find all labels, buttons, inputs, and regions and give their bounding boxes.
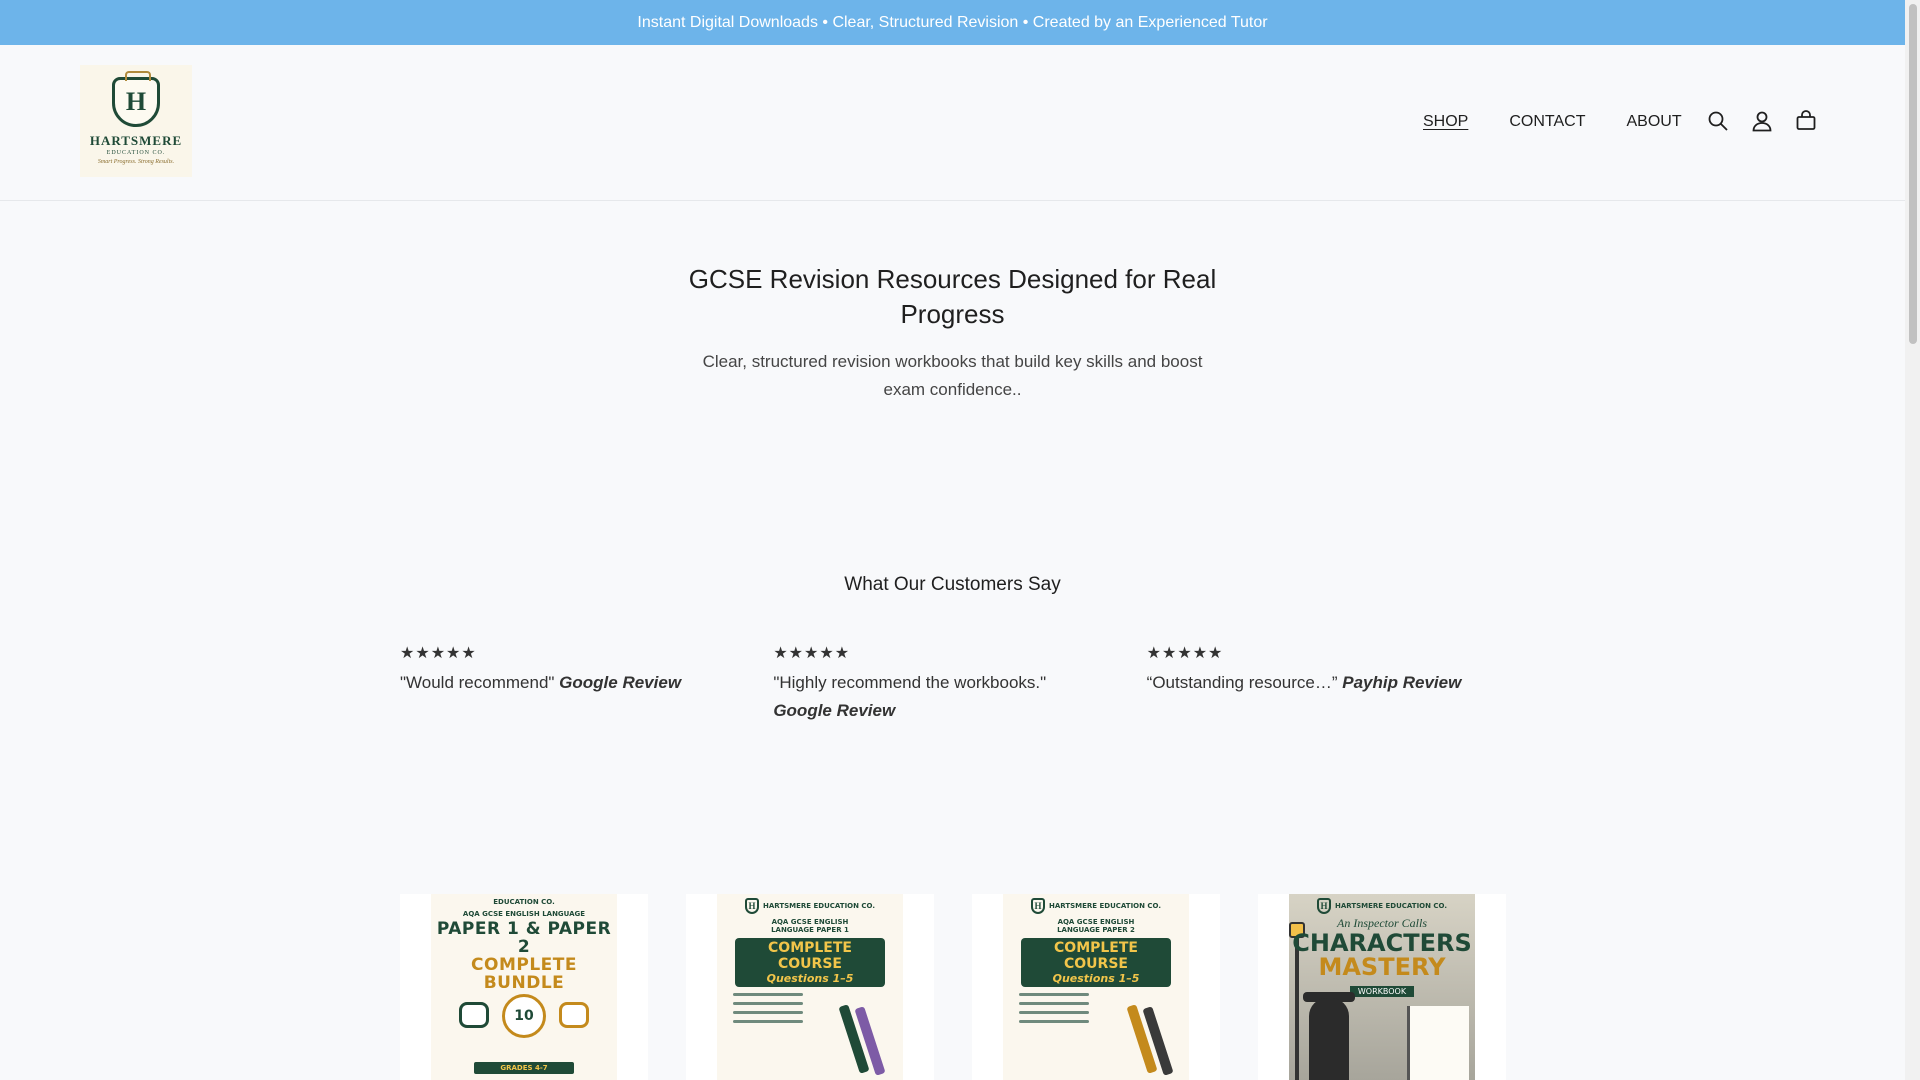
product-card-paper2[interactable]: H HARTSMERE EDUCATION CO. AQA GCSE ENGLIS…: [972, 894, 1220, 1080]
rating-stars: ★★★★★: [1146, 645, 1224, 662]
page-scrollbar[interactable]: [1905, 0, 1920, 1080]
cover-band: COMPLETE COURSE Questions 1–5: [1021, 938, 1171, 987]
speech-bubble-icon: [459, 1002, 489, 1028]
notebook-illustration: [1407, 1006, 1469, 1080]
product-card-paper1[interactable]: H HARTSMERE EDUCATION CO. AQA GCSE ENGLIS…: [686, 894, 934, 1080]
product-image: H HARTSMERE EDUCATION CO. AQA GCSE ENGLIS…: [1003, 894, 1189, 1080]
cart-icon[interactable]: [1794, 109, 1818, 133]
cover-kicker: AQA GCSE ENGLISH LANGUAGE PAPER 1: [771, 918, 849, 934]
document-icon: [559, 1002, 589, 1028]
cover-kicker: AQA GCSE ENGLISH LANGUAGE: [462, 910, 586, 918]
count-badge: 10: [502, 994, 546, 1038]
reviews-title: What Our Customers Say: [844, 574, 1061, 595]
announcement-text: Instant Digital Downloads • Clear, Struc…: [637, 13, 1268, 31]
cover-title-line2: MASTERY: [1318, 953, 1446, 981]
site-header: H HARTSMERE EDUCATION CO. Smart Progress…: [0, 45, 1905, 201]
product-image: H HARTSMERE EDUCATION CO. AQA GCSE ENGLIS…: [717, 894, 903, 1080]
cover-title-line1: PAPER 1 & PAPER 2: [436, 919, 612, 957]
logo-tagline: Smart Progress. Strong Results.: [97, 159, 175, 165]
product-image: EDUCATION CO. AQA GCSE ENGLISH LANGUAGE …: [431, 894, 617, 1080]
rating-stars: ★★★★★: [773, 645, 851, 662]
product-card-characters[interactable]: H HARTSMERE EDUCATION CO. An Inspector Ca…: [1258, 894, 1506, 1080]
product-grid: EDUCATION CO. AQA GCSE ENGLISH LANGUAGE …: [400, 894, 1506, 1080]
hero-title: GCSE Revision Resources Designed for Rea…: [688, 264, 1217, 329]
cover-title-line1: CHARACTERS: [1292, 929, 1472, 957]
review-source: Google Review: [559, 673, 682, 692]
hero-subtitle: Clear, structured revision workbooks tha…: [702, 352, 1203, 399]
nav-item-shop[interactable]: SHOP: [1423, 113, 1468, 131]
logo-crest-icon: H: [112, 71, 160, 127]
nav-item-about[interactable]: ABOUT: [1626, 113, 1681, 131]
cover-checklist: [733, 993, 903, 1023]
review-item: ★★★★★ “Outstanding resource…” Payhip Rev…: [1147, 644, 1520, 725]
header-icons: [1706, 109, 1818, 133]
site-logo[interactable]: H HARTSMERE EDUCATION CO. Smart Progress…: [80, 65, 192, 177]
cover-brand: HARTSMERE EDUCATION CO.: [1048, 902, 1162, 910]
cover-grade: GRADES 4-7: [474, 1062, 574, 1074]
cover-brand: HARTSMERE EDUCATION CO.: [762, 902, 876, 910]
cover-brand: EDUCATION CO.: [493, 898, 555, 906]
account-icon[interactable]: [1750, 109, 1774, 133]
review-quote: "Would recommend": [400, 673, 555, 692]
main-nav: SHOP CONTACT ABOUT: [1423, 113, 1682, 131]
review-quote: “Outstanding resource…”: [1146, 673, 1338, 692]
nav-item-contact[interactable]: CONTACT: [1509, 113, 1585, 131]
review-source: Payhip Review: [1342, 673, 1462, 692]
review-item: ★★★★★ "Highly recommend the workbooks." …: [773, 644, 1146, 725]
product-image: H HARTSMERE EDUCATION CO. An Inspector Ca…: [1289, 894, 1475, 1080]
mini-crest-icon: H: [1316, 898, 1331, 914]
scrollbar-thumb[interactable]: [1909, 4, 1917, 344]
announcement-bar: Instant Digital Downloads • Clear, Struc…: [0, 0, 1905, 45]
cover-brand: HARTSMERE EDUCATION CO.: [1334, 902, 1448, 910]
reviews-list: ★★★★★ "Would recommend" Google Review ★★…: [400, 644, 1520, 725]
cover-title-line2: COMPLETE BUNDLE: [471, 955, 577, 993]
review-quote: "Highly recommend the workbooks.": [773, 673, 1047, 692]
logo-name: HARTSMERE: [89, 133, 183, 148]
mini-crest-icon: H: [744, 898, 759, 914]
review-source: Google Review: [773, 701, 896, 720]
cover-checklist: [1019, 993, 1189, 1023]
mini-crest-icon: H: [1030, 898, 1045, 914]
inspector-figure: [1309, 998, 1349, 1080]
cover-band: COMPLETE COURSE Questions 1–5: [735, 938, 885, 987]
logo-subtitle: EDUCATION CO.: [106, 150, 166, 156]
search-icon[interactable]: [1706, 109, 1730, 133]
cover-band: WORKBOOK: [1349, 986, 1415, 997]
review-item: ★★★★★ "Would recommend" Google Review: [400, 644, 773, 725]
cover-kicker: AQA GCSE ENGLISH LANGUAGE PAPER 2: [1057, 918, 1135, 934]
rating-stars: ★★★★★: [400, 645, 477, 662]
product-card-bundle[interactable]: EDUCATION CO. AQA GCSE ENGLISH LANGUAGE …: [400, 894, 648, 1080]
hero-section: GCSE Revision Resources Designed for Rea…: [0, 262, 1905, 404]
